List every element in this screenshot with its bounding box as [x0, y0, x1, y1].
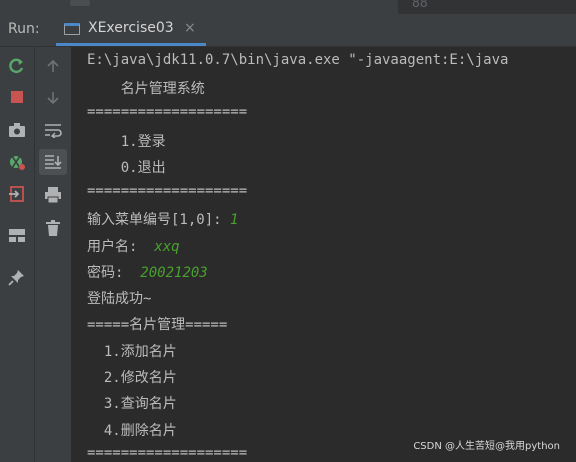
menu-input: 1	[230, 212, 239, 228]
print-icon[interactable]	[42, 184, 64, 206]
management-title: =====名片管理=====	[87, 317, 228, 333]
menu-option-login: 1.登录	[87, 134, 166, 150]
rerun-icon[interactable]	[6, 55, 28, 77]
editor-top-strip: 88	[0, 0, 576, 14]
menu-prompt: 输入菜单编号[1,0]:	[87, 212, 231, 228]
up-icon[interactable]	[42, 55, 64, 77]
layout-icon[interactable]	[6, 224, 28, 246]
username-input: xxq	[154, 239, 180, 255]
password-input: 20021203	[140, 265, 208, 281]
run-tool-window-header: Run: XExercise03 ×	[0, 14, 576, 47]
menu-option-exit: 0.退出	[87, 160, 166, 176]
login-success-message: 登陆成功~	[87, 291, 152, 307]
tab-xexercise03[interactable]: XExercise03 ×	[56, 14, 206, 46]
run-toolbar-left	[0, 47, 35, 462]
debug-settings-icon[interactable]	[6, 151, 28, 173]
down-icon[interactable]	[42, 87, 64, 109]
separator-line: ===================	[87, 445, 248, 461]
run-label: Run:	[8, 21, 40, 37]
console-tab-icon	[64, 23, 80, 35]
soft-wrap-icon[interactable]	[42, 119, 64, 141]
menu-item-delete: 4.删除名片	[87, 423, 177, 439]
menu-prompt-line: 输入菜单编号[1,0]: 1	[87, 209, 238, 229]
system-title: 名片管理系统	[87, 81, 205, 97]
close-icon[interactable]: ×	[184, 20, 196, 36]
menu-item-add: 1.添加名片	[87, 344, 177, 360]
command-line: E:\java\jdk11.0.7\bin\java.exe "-javaage…	[87, 52, 509, 68]
password-prompt: 密码:	[87, 265, 141, 281]
camera-icon[interactable]	[6, 119, 28, 141]
username-line: 用户名: xxq	[87, 236, 180, 256]
pin-icon[interactable]	[6, 266, 28, 288]
menu-item-query: 3.查询名片	[87, 396, 177, 412]
username-prompt: 用户名:	[87, 239, 155, 255]
scroll-to-end-icon[interactable]	[39, 149, 67, 175]
exit-icon[interactable]	[6, 183, 28, 205]
menu-item-edit: 2.修改名片	[87, 370, 177, 386]
console-output[interactable]: E:\java\jdk11.0.7\bin\java.exe "-javaage…	[72, 47, 576, 462]
tab-label: XExercise03	[88, 20, 174, 36]
password-line: 密码: 20021203	[87, 262, 208, 282]
line-number: 88	[412, 0, 428, 11]
separator-line: ===================	[87, 183, 248, 199]
stop-icon[interactable]	[6, 86, 28, 108]
run-toolbar-right	[35, 47, 72, 462]
separator-line: ===================	[87, 104, 248, 120]
watermark: CSDN @人生苦短@我用python	[413, 441, 560, 452]
editor-tab-fragment	[70, 0, 90, 6]
trash-icon[interactable]	[42, 217, 64, 239]
